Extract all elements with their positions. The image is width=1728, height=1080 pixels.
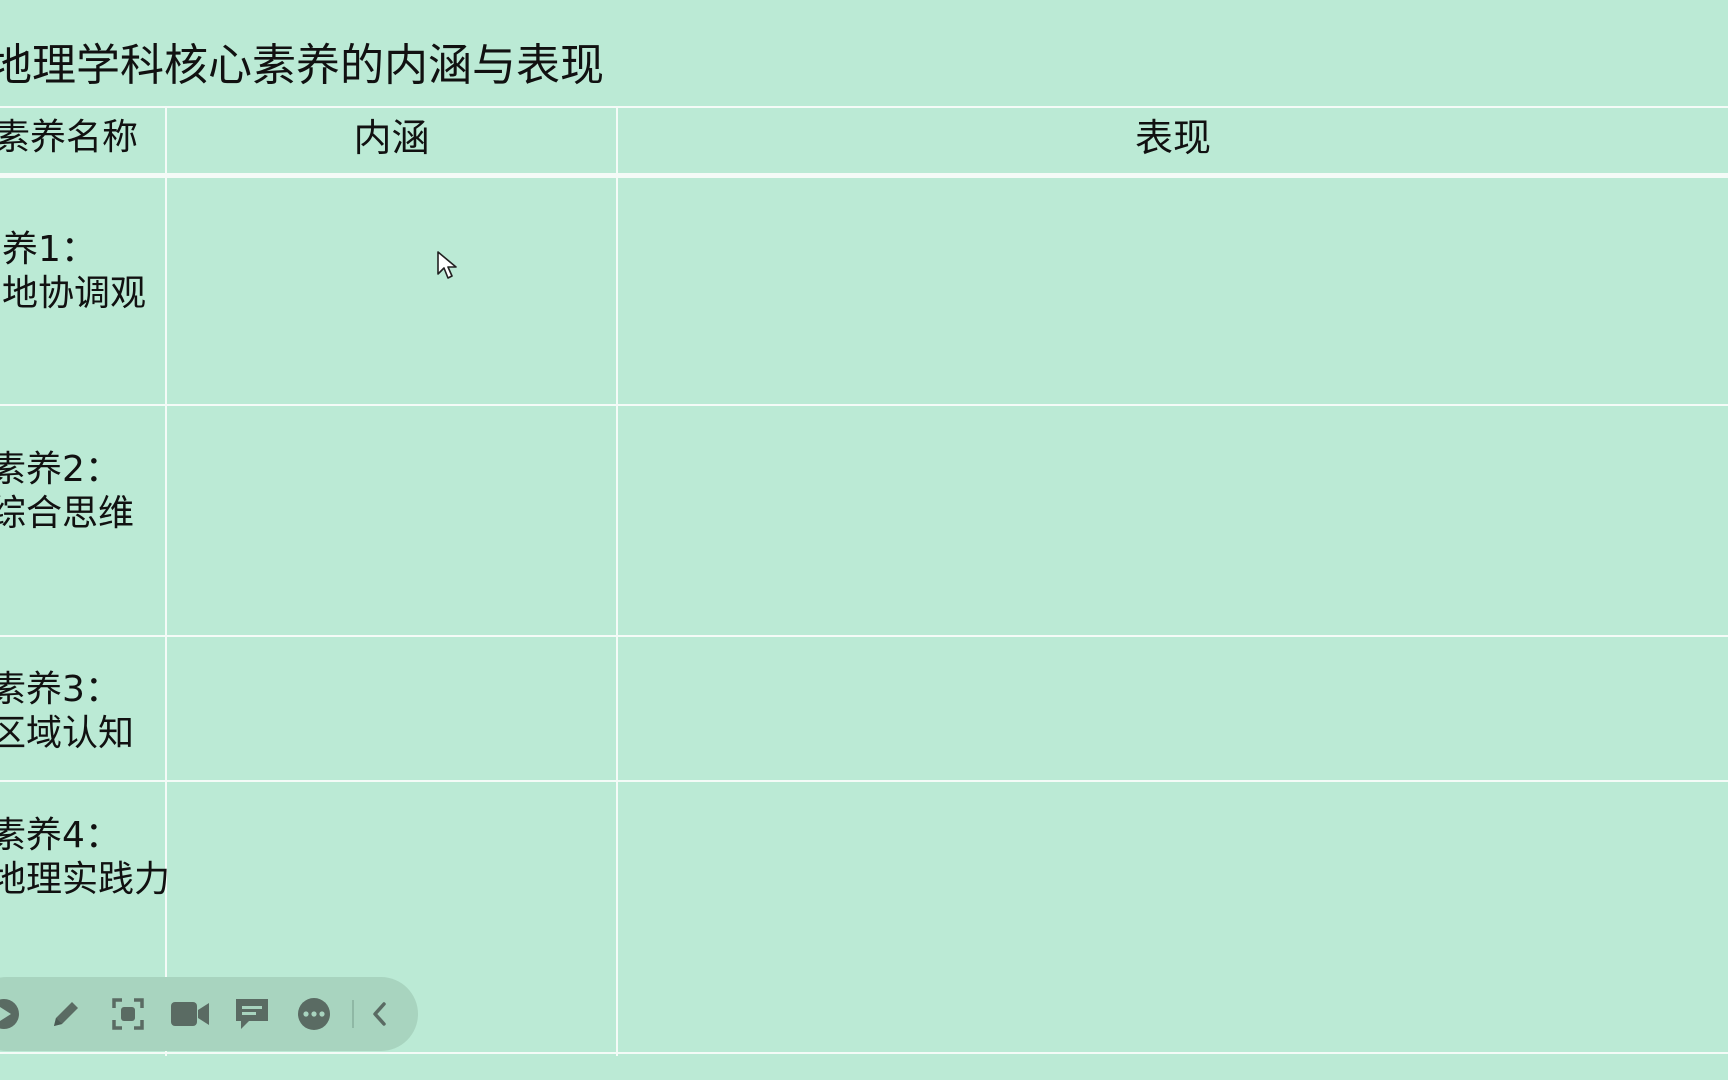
page-title: 地理学科核心素养的内涵与表现: [0, 40, 604, 91]
table-cell-connotation[interactable]: [167, 406, 616, 635]
table-border-bottom: [0, 1052, 1728, 1054]
table-cell-performance[interactable]: [618, 637, 1728, 780]
table-cell-name-line1: 素养4：: [0, 815, 121, 856]
video-record-button[interactable]: [166, 977, 214, 1051]
more-button[interactable]: [290, 977, 338, 1051]
table-border-top: [0, 106, 1728, 108]
table-cell-name-line1: 养1：: [2, 229, 97, 270]
table-cell-name-line2: 地理实践力: [0, 859, 171, 900]
screenshot-button[interactable]: [104, 977, 152, 1051]
chevron-left-icon: [373, 1002, 386, 1026]
pen-button[interactable]: [42, 977, 90, 1051]
header-cell-name: 素养名称: [0, 117, 139, 158]
screenshot-icon: [112, 998, 144, 1030]
header-cell-connotation: 内涵: [353, 116, 430, 160]
table-cell-connotation[interactable]: [167, 178, 616, 404]
table-cell-name-line1: 素养3：: [0, 669, 121, 710]
play-icon: [0, 999, 19, 1029]
comment-button[interactable]: [228, 977, 276, 1051]
play-button[interactable]: [0, 977, 28, 1051]
table-cell-performance[interactable]: [618, 406, 1728, 635]
collapse-toolbar-button[interactable]: [356, 977, 404, 1051]
more-icon: [298, 998, 330, 1030]
table-cell-name-line1: 素养2：: [0, 449, 121, 490]
table-cell-name-line2: 地协调观: [2, 273, 147, 314]
table-cell-connotation[interactable]: [167, 637, 616, 780]
pencil-icon: [54, 1002, 78, 1026]
toolbar-separator: [352, 1000, 354, 1028]
comment-icon: [236, 999, 268, 1029]
mouse-pointer-icon: [437, 251, 457, 279]
table-cell-performance[interactable]: [618, 782, 1728, 1052]
table-cell-name-line2: 区域认知: [0, 713, 135, 754]
table-cell-performance[interactable]: [618, 178, 1728, 404]
video-camera-icon: [171, 1002, 209, 1026]
annotation-toolbar: [0, 977, 418, 1051]
table-cell-name-line2: 综合思维: [0, 493, 135, 534]
header-cell-performance: 表现: [1134, 116, 1211, 160]
